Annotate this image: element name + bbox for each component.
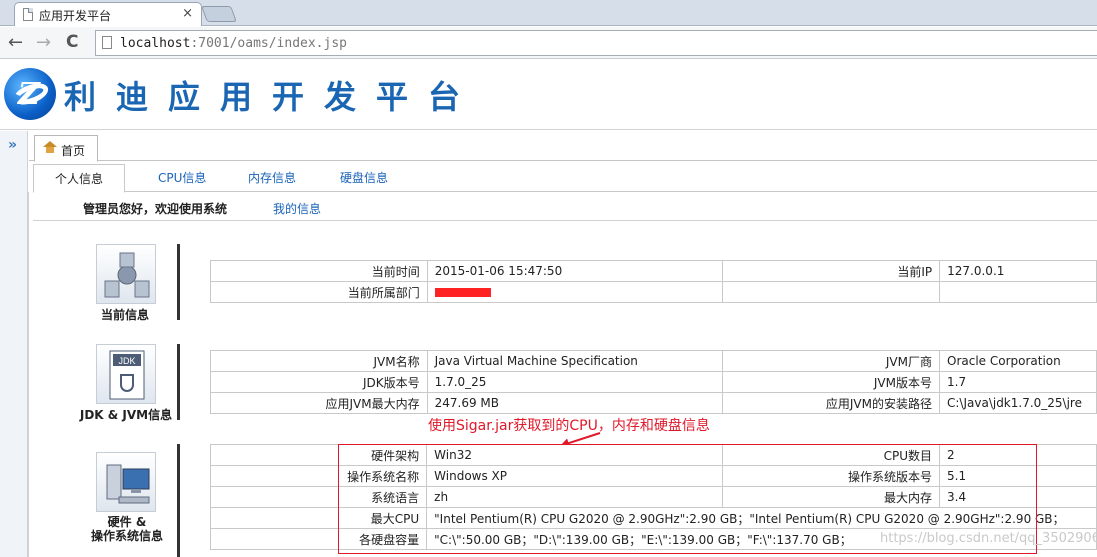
section-divider [177, 244, 180, 320]
page-tab-bar: 首页 [29, 131, 1097, 162]
info-sub-tabs: 个人信息 CPU信息 内存信息 硬盘信息 [33, 162, 1097, 193]
network-computers-icon [96, 244, 156, 304]
table-row: JVM名称 Java Virtual Machine Specification… [210, 350, 1097, 372]
table-row: 当前所属部门 [210, 281, 1097, 303]
expand-sidebar-icon[interactable]: » [8, 137, 17, 153]
section-label-hardware-line2: 操作系统信息 [90, 529, 163, 543]
browser-toolbar: ← → C localhost:7001/oams/index.jsp [0, 27, 1097, 59]
welcome-text: 管理员您好，欢迎使用系统 [83, 202, 228, 216]
tab-memory-info[interactable]: 内存信息 [248, 169, 296, 186]
back-icon[interactable]: ← [8, 32, 23, 53]
current-info-table: 当前时间 2015-01-06 15:47:50 当前IP 127.0.0.1 … [210, 260, 1097, 303]
cell-value: Oracle Corporation [939, 350, 1097, 372]
welcome-bar: 管理员您好，欢迎使用系统 我的信息 [33, 192, 1097, 221]
cell-key: JVM版本号 [722, 371, 940, 393]
section-label-jvm: JDK & JVM信息 [79, 408, 173, 422]
jvm-info-table: JVM名称 Java Virtual Machine Specification… [210, 350, 1097, 414]
computer-icon [96, 452, 156, 512]
cell-key [722, 281, 941, 303]
cell-value: C:\Java\jdk1.7.0_25\jre [939, 392, 1097, 414]
cell-key: JVM厂商 [722, 350, 940, 372]
cell-key: 当前IP [722, 260, 941, 282]
url-host: localhost [120, 36, 191, 51]
page-icon [23, 8, 33, 21]
tab-home-label: 首页 [61, 144, 86, 158]
browser-tab-title: 应用开发平台 [39, 9, 112, 23]
browser-tab-strip: 应用开发平台 × [0, 0, 1097, 26]
brand-logo-icon: Z [4, 68, 56, 120]
tab-home[interactable]: 首页 [34, 135, 98, 162]
cell-key: 应用JVM的安装路径 [722, 392, 940, 414]
app-header: Z 利迪应用开发平台 [0, 60, 1097, 130]
cell-key: JDK版本号 [210, 371, 428, 393]
page-icon [102, 36, 112, 49]
address-bar[interactable]: localhost:7001/oams/index.jsp [95, 30, 1097, 56]
cell-value: 127.0.0.1 [939, 260, 1097, 282]
cell-value: 2015-01-06 15:47:50 [426, 260, 724, 282]
cell-value: 1.7.0_25 [426, 371, 724, 393]
cell-value: Java Virtual Machine Specification [426, 350, 724, 372]
close-tab-icon[interactable]: × [182, 6, 193, 21]
brand-title: 利迪应用开发平台 [64, 78, 481, 116]
section-label-hardware-line1: 硬件 & [107, 515, 147, 529]
cell-value [939, 281, 1097, 303]
cell-value [426, 281, 724, 303]
watermark: https://blog.csdn.net/qq_35029061 [880, 531, 1097, 546]
home-icon [43, 141, 57, 153]
section-divider [177, 344, 180, 420]
section-divider [177, 444, 180, 557]
table-row: 当前时间 2015-01-06 15:47:50 当前IP 127.0.0.1 [210, 260, 1097, 282]
red-annotation: 使用Sigar.jar获取到的CPU，内存和硬盘信息 [428, 418, 710, 434]
section-label-current: 当前信息 [100, 308, 149, 322]
tab-personal-info[interactable]: 个人信息 [33, 164, 125, 193]
address-url: localhost:7001/oams/index.jsp [120, 36, 347, 51]
forward-icon[interactable]: → [36, 32, 51, 53]
cell-key: 当前时间 [210, 260, 428, 282]
collapsed-sidebar: » [0, 131, 28, 557]
cell-key: 当前所属部门 [210, 281, 428, 303]
cell-value: 247.69 MB [426, 392, 724, 414]
reload-icon[interactable]: C [66, 32, 78, 52]
java-jdk-icon: JDK [96, 344, 156, 404]
table-row: 应用JVM最大内存 247.69 MB 应用JVM的安装路径 C:\Java\j… [210, 392, 1097, 414]
my-info-link[interactable]: 我的信息 [273, 200, 321, 217]
cell-key: JVM名称 [210, 350, 428, 372]
svg-text:JDK: JDK [118, 356, 135, 366]
content-left-border [28, 192, 33, 557]
cell-value: 1.7 [939, 371, 1097, 393]
section-label-hardware: 硬件 & 操作系统信息 [80, 515, 174, 543]
table-row: JDK版本号 1.7.0_25 JVM版本号 1.7 [210, 371, 1097, 393]
tab-disk-info[interactable]: 硬盘信息 [340, 169, 388, 186]
browser-tab[interactable]: 应用开发平台 × [14, 2, 202, 26]
tab-cpu-info[interactable]: CPU信息 [158, 169, 206, 186]
redacted-department [434, 288, 491, 297]
cell-key: 应用JVM最大内存 [210, 392, 428, 414]
url-path: :7001/oams/index.jsp [190, 36, 347, 51]
logo-letter: Z [18, 77, 40, 112]
new-tab-button[interactable] [201, 6, 237, 22]
